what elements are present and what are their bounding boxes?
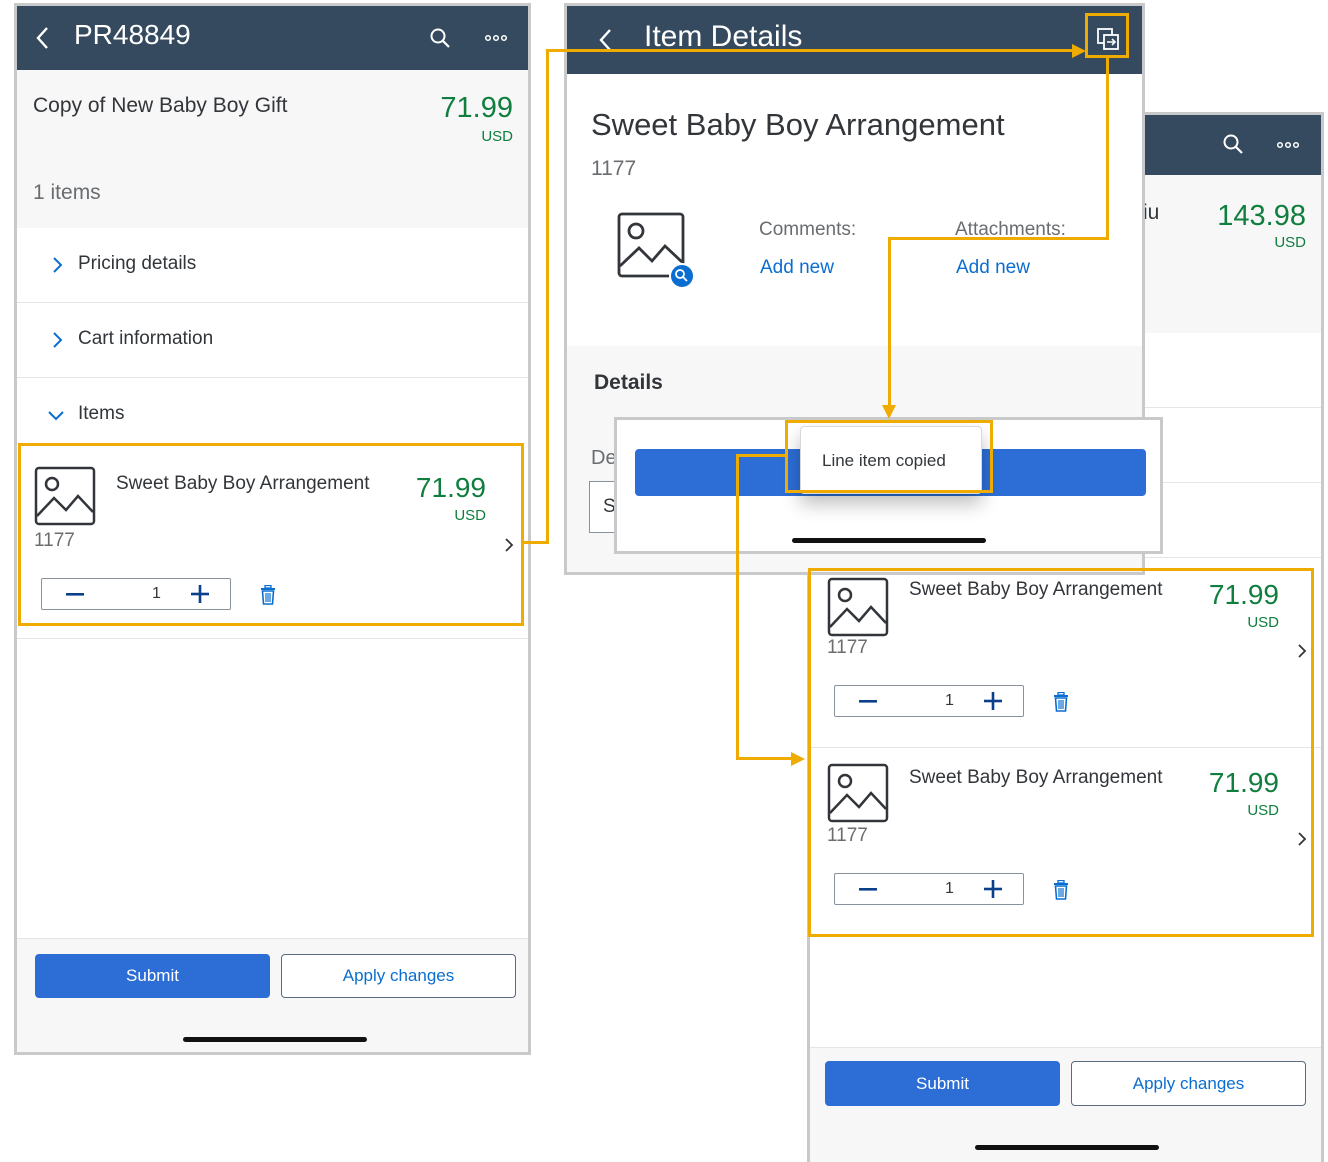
cart-currency: USD bbox=[1274, 234, 1306, 251]
divider bbox=[17, 638, 528, 639]
home-indicator bbox=[792, 538, 986, 543]
connector-line bbox=[736, 454, 739, 760]
section-label: Cart information bbox=[78, 328, 214, 349]
highlight-items-box bbox=[808, 568, 1314, 937]
field-label: De bbox=[591, 447, 617, 469]
chevron-down-icon bbox=[48, 411, 64, 421]
apply-changes-button[interactable]: Apply changes bbox=[281, 954, 516, 998]
section-cart-information[interactable]: Cart information bbox=[17, 303, 528, 378]
connector-line bbox=[888, 237, 1109, 240]
submit-button[interactable]: Submit bbox=[825, 1061, 1060, 1106]
connector-line bbox=[546, 49, 1074, 52]
cart-price: 71.99 bbox=[440, 92, 513, 124]
apply-changes-button[interactable]: Apply changes bbox=[1071, 1061, 1306, 1106]
search-icon[interactable] bbox=[1222, 133, 1244, 155]
back-icon[interactable] bbox=[35, 26, 51, 50]
chevron-right-icon bbox=[53, 257, 63, 273]
connector-line bbox=[736, 757, 792, 760]
item-count: 1 items bbox=[33, 181, 101, 204]
section-label: Pricing details bbox=[78, 253, 197, 274]
cart-name: Copy of New Baby Boy Gift bbox=[33, 94, 288, 117]
connector-line bbox=[736, 454, 788, 457]
item-title: Sweet Baby Boy Arrangement bbox=[591, 107, 1005, 142]
highlight-copy-icon-box bbox=[1085, 13, 1129, 58]
chevron-right-icon bbox=[53, 332, 63, 348]
image-placeholder-icon[interactable] bbox=[617, 212, 697, 292]
section-label: Items bbox=[78, 403, 125, 424]
arrow-head bbox=[1072, 44, 1086, 58]
cart-price: 143.98 bbox=[1217, 200, 1306, 232]
search-icon[interactable] bbox=[429, 27, 451, 49]
connector-line bbox=[546, 49, 549, 544]
cart-name-partial: iu bbox=[1143, 201, 1160, 224]
submit-button[interactable]: Submit bbox=[35, 954, 270, 998]
details-title: Details bbox=[594, 371, 663, 394]
more-icon[interactable] bbox=[1276, 141, 1300, 149]
cart-summary: Copy of New Baby Boy Gift 71.99 USD 1 it… bbox=[17, 70, 528, 228]
shell-bar: Item Details bbox=[567, 6, 1142, 74]
connector-line bbox=[1106, 58, 1109, 240]
page-title: PR48849 bbox=[74, 19, 191, 50]
home-indicator bbox=[183, 1037, 367, 1042]
item-id: 1177 bbox=[591, 157, 637, 180]
highlight-toast-box bbox=[785, 420, 993, 493]
section-pricing-details[interactable]: Pricing details bbox=[17, 228, 528, 303]
connector-line bbox=[888, 237, 891, 407]
cart-currency: USD bbox=[481, 128, 513, 145]
section-items[interactable]: Items bbox=[17, 378, 528, 448]
comments-add-new-link[interactable]: Add new bbox=[760, 257, 834, 279]
more-icon[interactable] bbox=[484, 34, 508, 42]
attachments-add-new-link[interactable]: Add new bbox=[956, 257, 1030, 279]
arrow-head bbox=[882, 405, 896, 419]
arrow-head bbox=[791, 752, 805, 766]
home-indicator bbox=[975, 1145, 1159, 1150]
highlight-item-box bbox=[18, 443, 524, 626]
shell-bar: PR48849 bbox=[17, 6, 528, 70]
comments-label: Comments: bbox=[759, 219, 857, 240]
